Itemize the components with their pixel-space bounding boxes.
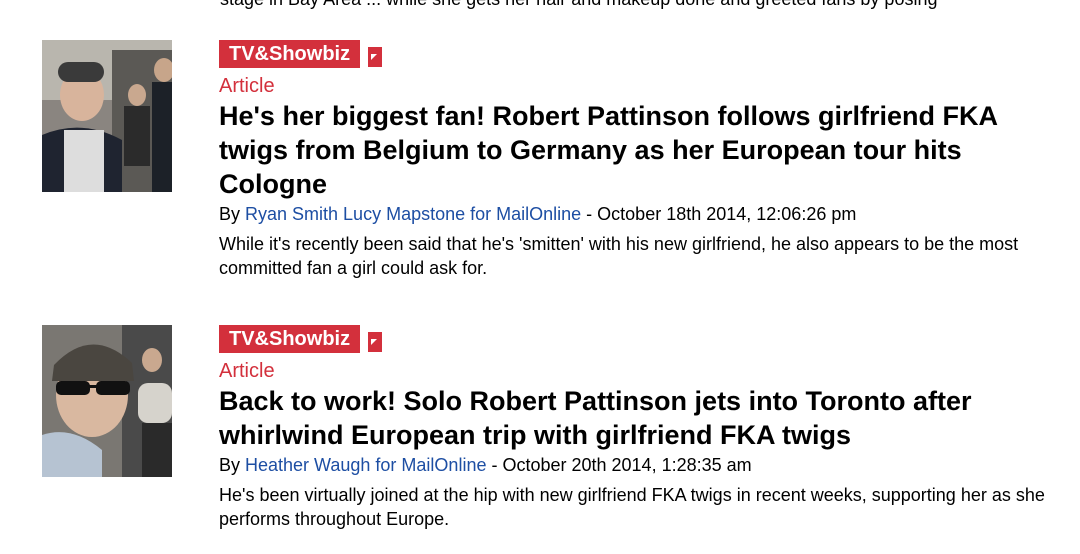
content-type-label: Article (219, 360, 275, 382)
article-headline-link[interactable]: Back to work! Solo Robert Pattinson jets… (219, 384, 1059, 452)
category-badge[interactable]: TV&Showbiz (219, 325, 361, 353)
article-headline-link[interactable]: He's her biggest fan! Robert Pattinson f… (219, 99, 1059, 201)
byline-prefix: By (219, 204, 246, 224)
photo-image (42, 40, 172, 192)
bookmark-icon (368, 47, 383, 67)
cutoff-summary-text: stage in Bay Area ... while she gets her… (220, 0, 937, 10)
category-badge[interactable]: TV&Showbiz (219, 40, 361, 68)
publish-date: - October 18th 2014, 12:06:26 pm (581, 204, 857, 224)
article-summary: He's been virtually joined at the hip wi… (219, 485, 1045, 529)
author-link[interactable]: Heather Waugh for MailOnline (245, 455, 486, 475)
publish-date: - October 20th 2014, 1:28:35 am (486, 455, 752, 475)
author-link[interactable]: Ryan Smith Lucy Mapstone for MailOnline (245, 204, 581, 224)
bookmark-icon (368, 332, 383, 352)
byline-prefix: By (219, 455, 246, 475)
byline: By Ryan Smith Lucy Mapstone for MailOnli… (219, 202, 1059, 226)
byline: By Heather Waugh for MailOnline - Octobe… (219, 453, 1059, 477)
article-summary: While it's recently been said that he's … (219, 234, 1019, 278)
article-thumbnail[interactable] (42, 40, 172, 192)
article-thumbnail[interactable] (42, 325, 172, 477)
photo-image (42, 325, 172, 477)
content-type-label: Article (219, 75, 275, 97)
